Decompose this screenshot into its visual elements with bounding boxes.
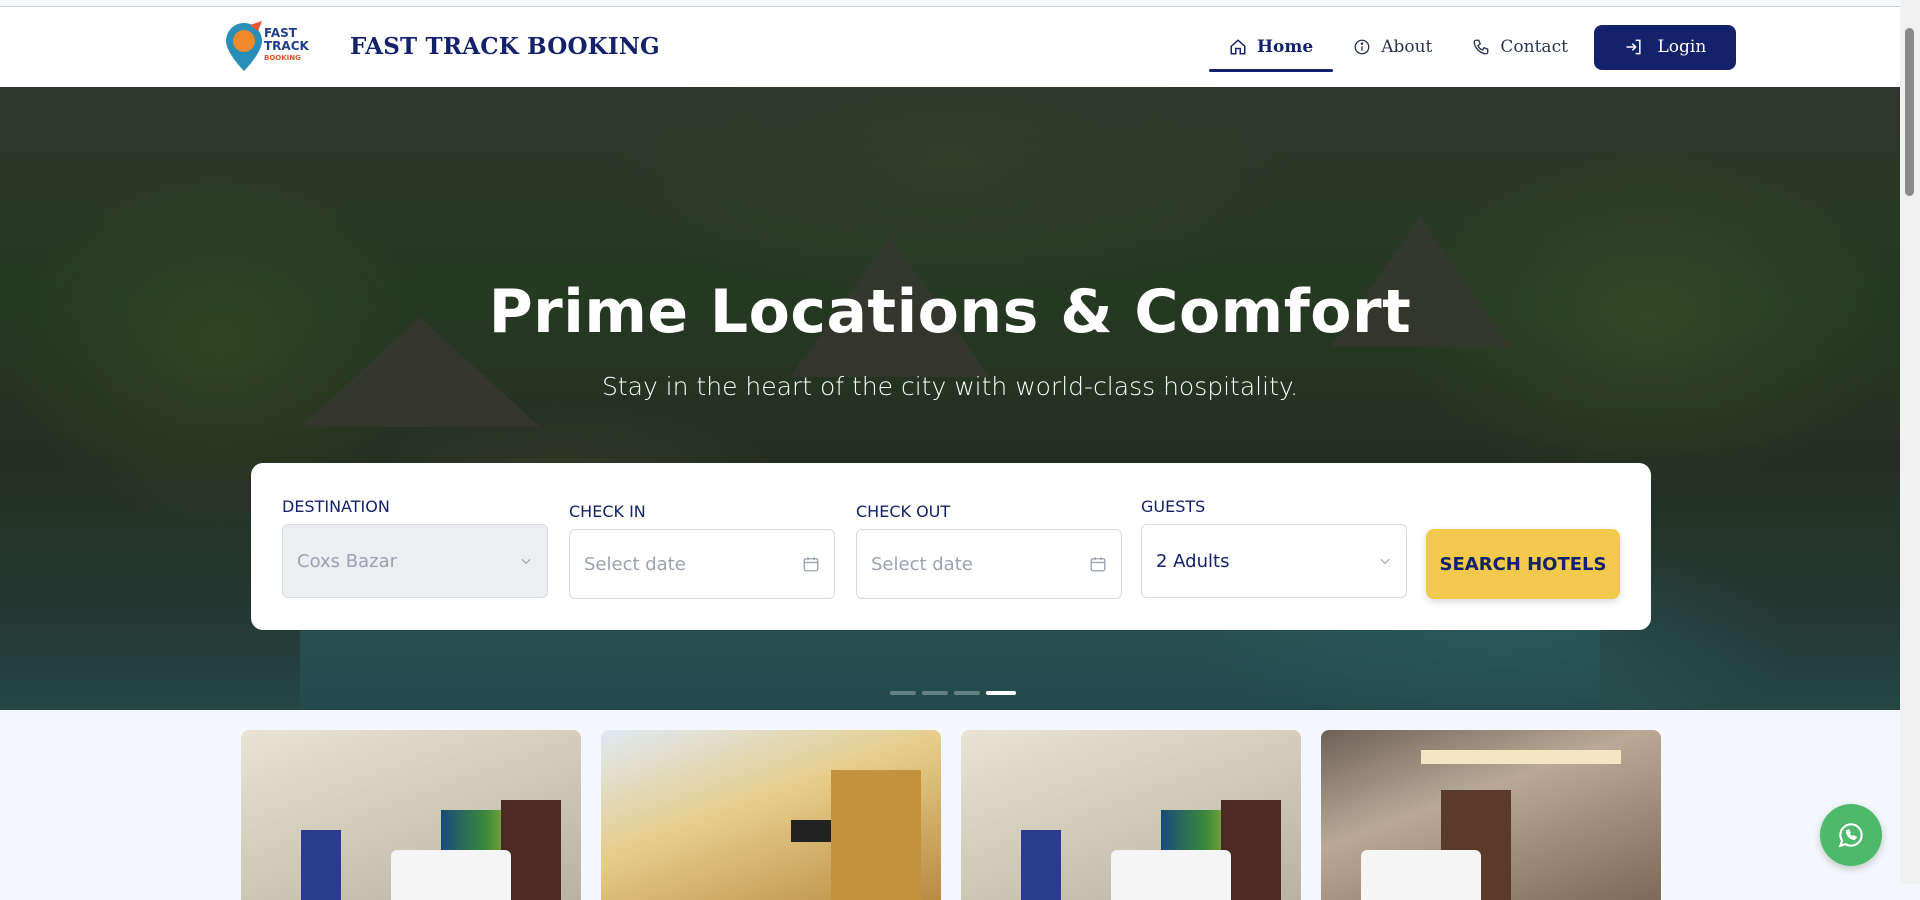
hotel-card-image[interactable] xyxy=(1321,730,1661,900)
checkout-placeholder: Select date xyxy=(871,553,973,575)
login-button[interactable]: Login xyxy=(1593,24,1736,70)
hero-subtitle: Stay in the heart of the city with world… xyxy=(601,372,1299,401)
checkout-input[interactable]: Select date xyxy=(856,529,1122,599)
room-curtain xyxy=(301,830,341,900)
carousel-indicators xyxy=(890,691,1016,695)
scrollbar-thumb[interactable] xyxy=(1905,28,1914,196)
logo-text-1: FAST xyxy=(264,26,298,40)
hotel-card-image[interactable] xyxy=(961,730,1301,900)
nav-contact-label: Contact xyxy=(1500,37,1568,57)
hero-title: Prime Locations & Comfort xyxy=(488,277,1412,347)
destination-select[interactable]: Coxs Bazar xyxy=(282,524,548,598)
hotel-card-image[interactable] xyxy=(601,730,941,900)
whatsapp-icon xyxy=(1838,823,1863,848)
login-icon xyxy=(1626,39,1641,55)
hotel-card-image[interactable] xyxy=(241,730,581,900)
search-hotels-button[interactable]: SEARCH HOTELS xyxy=(1426,529,1620,599)
carousel-dot[interactable] xyxy=(954,691,980,695)
guests-label: GUESTS xyxy=(1141,497,1206,516)
logo-text-3: BOOKING xyxy=(264,54,301,62)
hotel-card-list xyxy=(241,730,1661,900)
calendar-icon xyxy=(803,557,819,572)
guests-value: 2 Adults xyxy=(1156,550,1230,572)
page-scrollbar[interactable] xyxy=(1900,0,1920,884)
whatsapp-chat-button[interactable] xyxy=(1820,804,1882,866)
checkin-placeholder: Select date xyxy=(584,553,686,575)
checkout-field: CHECK OUT Select date xyxy=(856,502,1122,599)
checkin-input[interactable]: Select date xyxy=(569,529,835,599)
room-cabinet xyxy=(831,770,921,900)
checkin-field: CHECK IN Select date xyxy=(569,502,835,599)
hotel-search-form: DESTINATION Coxs Bazar CHECK IN Select d… xyxy=(251,463,1651,630)
chevron-down-icon xyxy=(521,558,531,565)
room-curtain xyxy=(1021,830,1061,900)
room-bed xyxy=(1361,850,1481,900)
nav-home[interactable]: Home xyxy=(1209,25,1334,72)
info-icon xyxy=(1354,39,1370,55)
carousel-dot[interactable] xyxy=(890,691,916,695)
carousel-dot[interactable] xyxy=(922,691,948,695)
room-bed xyxy=(391,850,511,900)
destination-label: DESTINATION xyxy=(282,497,390,516)
room-ceiling-light xyxy=(1421,750,1621,764)
destination-field: DESTINATION Coxs Bazar xyxy=(282,497,548,598)
room-bed xyxy=(1111,850,1231,900)
brand-title[interactable]: FAST TRACK BOOKING xyxy=(350,33,660,60)
carousel-dot-active[interactable] xyxy=(986,691,1016,695)
phone-icon xyxy=(1473,39,1489,55)
site-header: FAST TRACK BOOKING FAST TRACK BOOKING Ho… xyxy=(0,7,1900,87)
home-icon xyxy=(1230,39,1246,55)
destination-value: Coxs Bazar xyxy=(297,550,398,572)
nav-about-label: About xyxy=(1381,37,1433,57)
checkout-label: CHECK OUT xyxy=(856,502,951,521)
main-nav: Home About Contact Login xyxy=(1209,7,1736,87)
room-tv xyxy=(791,820,831,842)
login-label: Login xyxy=(1657,37,1707,57)
guests-select[interactable]: 2 Adults xyxy=(1141,524,1407,598)
chevron-down-icon xyxy=(1380,558,1390,565)
nav-home-label: Home xyxy=(1257,37,1314,57)
nav-about[interactable]: About xyxy=(1333,25,1452,70)
calendar-icon xyxy=(1090,557,1106,572)
guests-field: GUESTS 2 Adults xyxy=(1141,497,1407,598)
checkin-label: CHECK IN xyxy=(569,502,646,521)
nav-contact[interactable]: Contact xyxy=(1452,25,1588,70)
logo[interactable]: FAST TRACK BOOKING xyxy=(222,19,314,75)
logo-text-2: TRACK xyxy=(264,39,310,53)
